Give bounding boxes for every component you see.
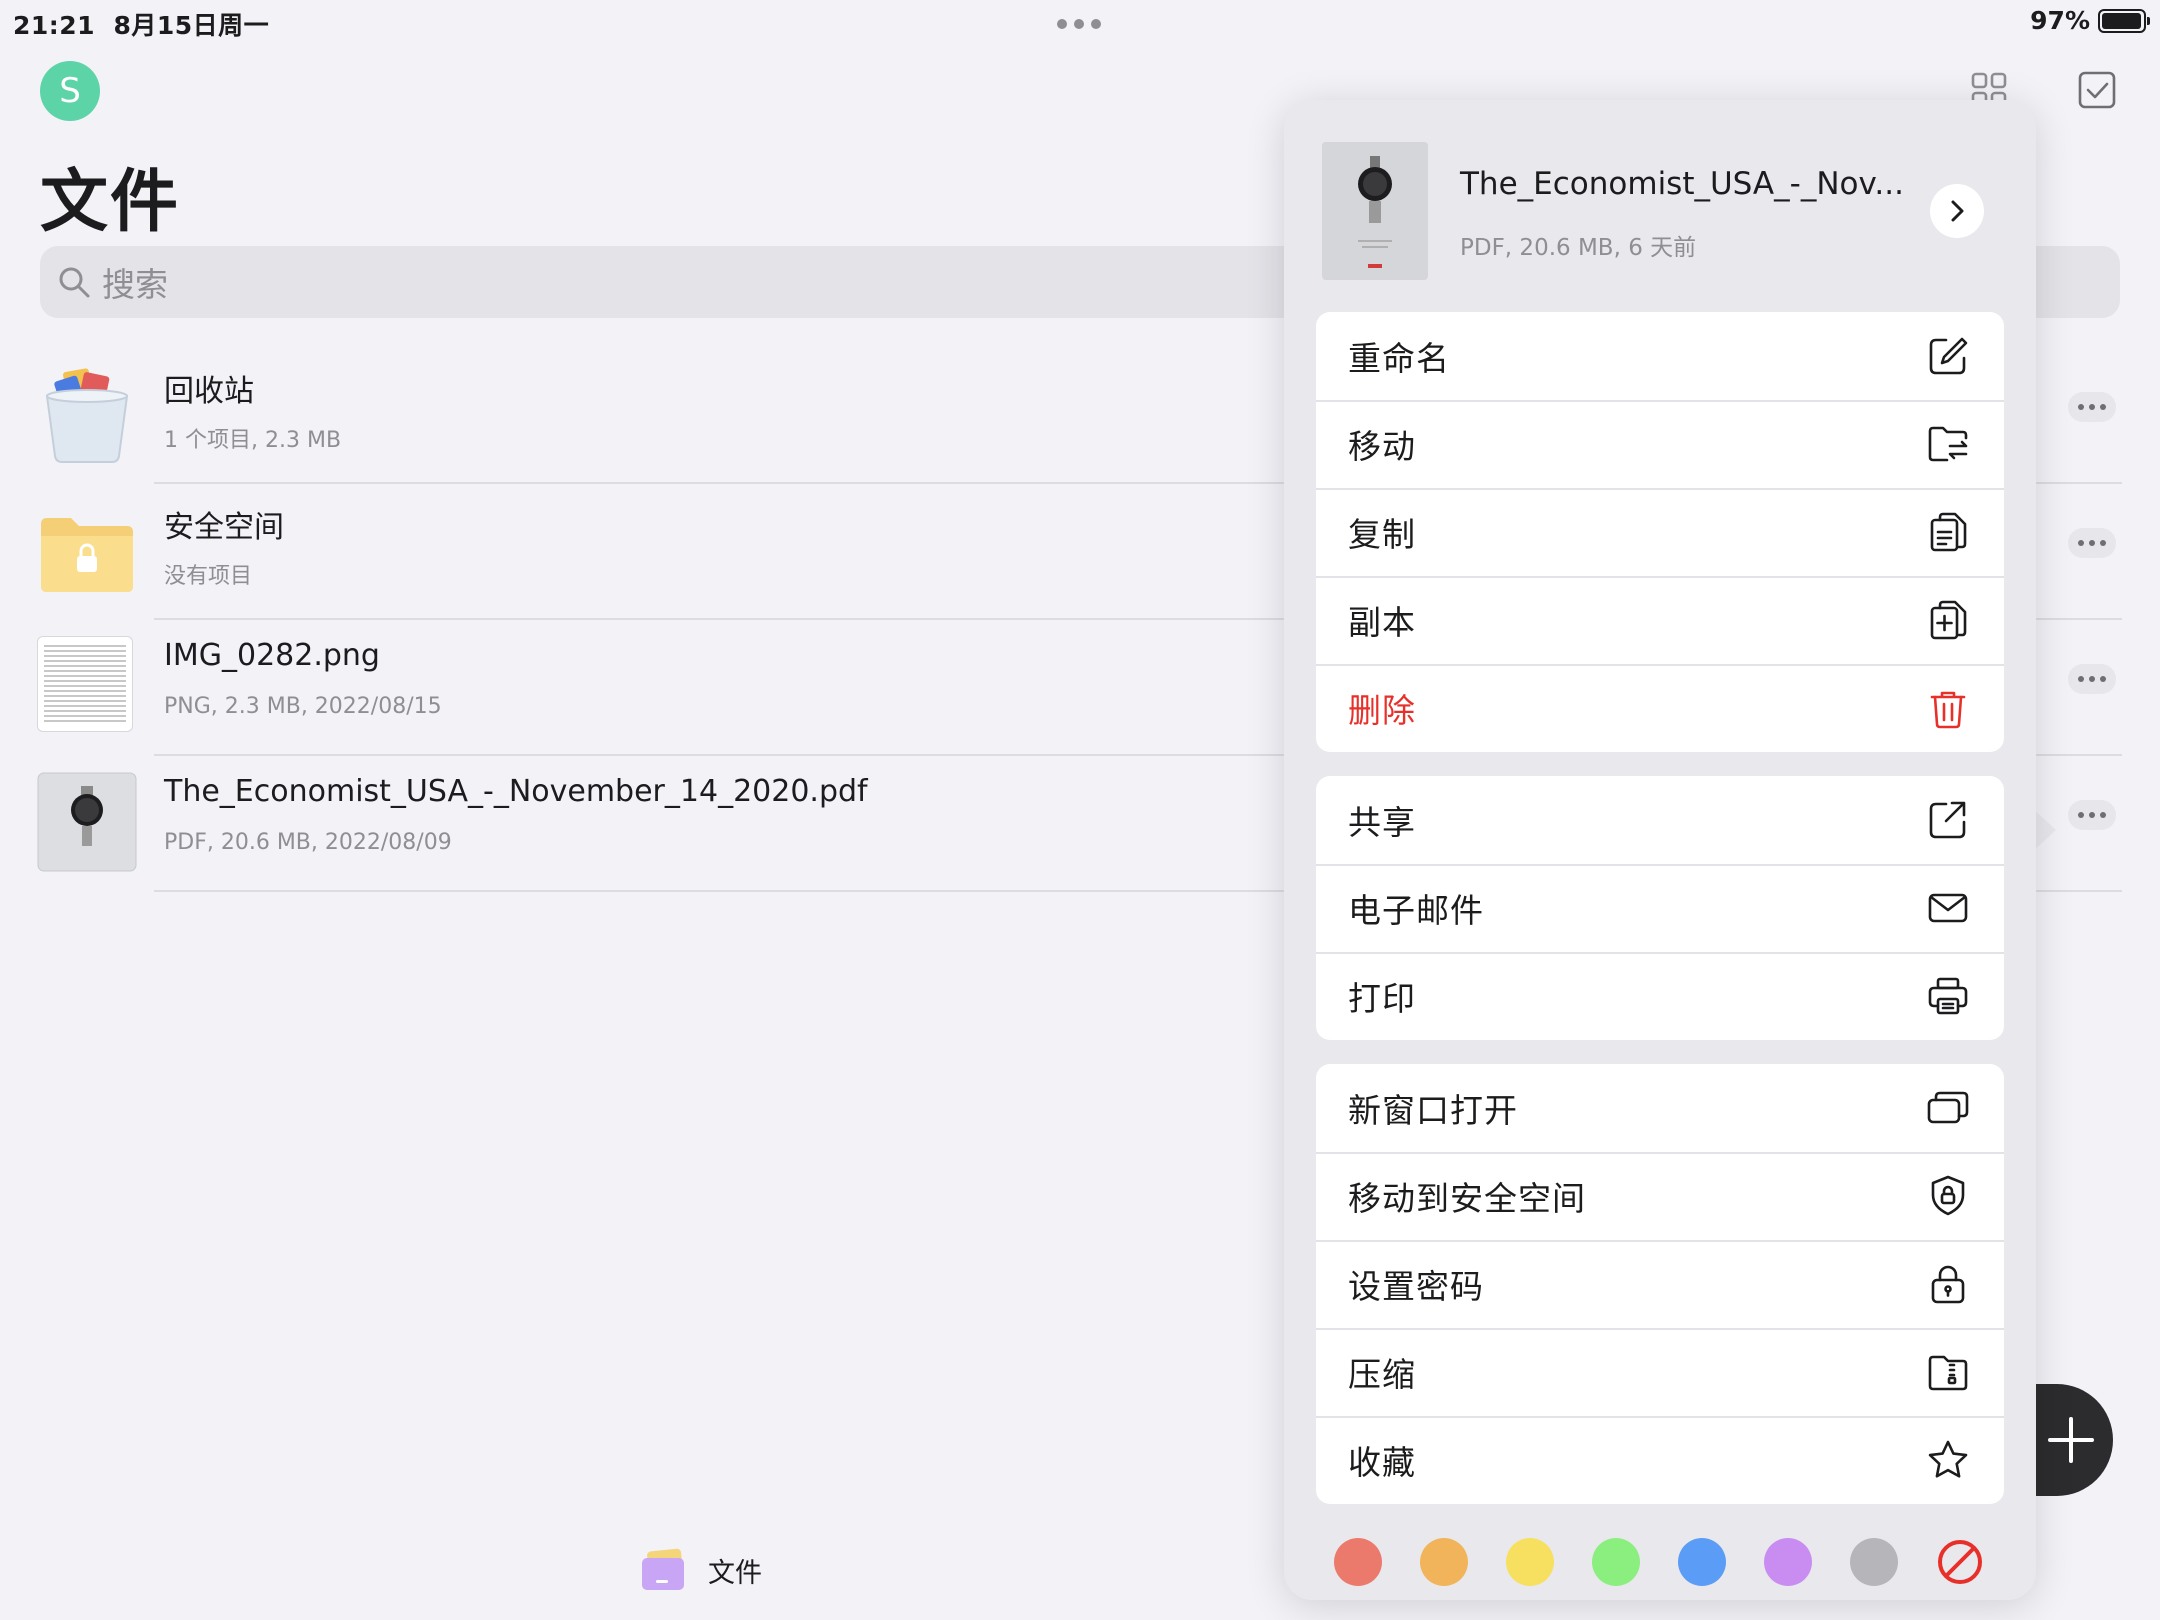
copy-icon	[1930, 512, 1967, 552]
menu-item-copy[interactable]: 复制	[1316, 488, 2004, 576]
printer-icon	[1928, 977, 1968, 1015]
file-meta: PDF, 20.6 MB, 2022/08/09	[164, 830, 452, 855]
menu-file-title: The_Economist_USA_-_Nov...	[1460, 166, 1904, 202]
new-window-icon	[1927, 1091, 1969, 1124]
menu-item-label: 复制	[1348, 515, 1416, 554]
move-folder-icon	[1928, 426, 1968, 462]
select-checkbox-icon[interactable]	[2077, 70, 2117, 110]
menu-file-header[interactable]: The_Economist_USA_-_Nov... PDF, 20.6 MB,…	[1322, 142, 1998, 282]
pdf-preview-thumbnail	[1322, 142, 1428, 280]
menu-item-label: 打印	[1348, 979, 1416, 1018]
more-options-button[interactable]	[2068, 392, 2116, 422]
file-context-menu: The_Economist_USA_-_Nov... PDF, 20.6 MB,…	[1284, 100, 2036, 1600]
search-icon	[59, 267, 90, 298]
menu-item-new-window[interactable]: 新窗口打开	[1316, 1064, 2004, 1152]
color-tag-green[interactable]	[1592, 1538, 1640, 1586]
menu-item-compress[interactable]: 压缩	[1316, 1328, 2004, 1416]
menu-group-more: 新窗口打开 移动到安全空间 设置密码 压缩 收藏	[1316, 1064, 2004, 1504]
color-tag-orange[interactable]	[1420, 1538, 1468, 1586]
menu-item-rename[interactable]: 重命名	[1316, 312, 2004, 400]
more-options-button[interactable]	[2068, 664, 2116, 694]
file-name: 安全空间	[164, 510, 284, 545]
trash-bin-icon	[45, 368, 129, 463]
duplicate-icon	[1930, 600, 1967, 640]
tab-files[interactable]: 文件	[640, 1548, 762, 1592]
menu-group-share: 共享 电子邮件 打印	[1316, 776, 2004, 1040]
menu-group-edit: 重命名 移动 复制 副本 删除	[1316, 312, 2004, 752]
menu-item-label: 电子邮件	[1348, 891, 1484, 930]
file-meta: 没有项目	[164, 564, 253, 589]
star-icon	[1928, 1440, 1968, 1478]
files-app-screen: 21:21 8月15日周一 97% S 文件 搜索 回收站 1 个项目, 2.3…	[0, 0, 2160, 1620]
menu-item-label: 移动到安全空间	[1348, 1179, 1586, 1218]
file-name: The_Economist_USA_-_November_14_2020.pdf	[164, 774, 868, 809]
mail-icon	[1928, 893, 1968, 923]
color-tag-row	[1334, 1538, 1984, 1586]
menu-item-favorite[interactable]: 收藏	[1316, 1416, 2004, 1504]
zip-folder-icon	[1928, 1355, 1968, 1391]
file-meta: PNG, 2.3 MB, 2022/08/15	[164, 694, 442, 719]
menu-item-label: 压缩	[1348, 1355, 1416, 1394]
battery-fill	[2102, 12, 2141, 29]
color-tag-yellow[interactable]	[1506, 1538, 1554, 1586]
battery-percent: 97%	[2030, 6, 2090, 35]
clear-tag-icon[interactable]	[1936, 1538, 1984, 1586]
rename-icon	[1929, 337, 1968, 375]
pdf-thumbnail	[37, 772, 137, 872]
chevron-right-icon	[1951, 200, 1964, 222]
file-name: 回收站	[164, 374, 254, 409]
more-options-button[interactable]	[2068, 800, 2116, 830]
menu-item-label: 删除	[1348, 691, 1416, 730]
menu-item-set-password[interactable]: 设置密码	[1316, 1240, 2004, 1328]
color-tag-gray[interactable]	[1850, 1538, 1898, 1586]
menu-item-move-to-secure-space[interactable]: 移动到安全空间	[1316, 1152, 2004, 1240]
menu-item-share[interactable]: 共享	[1316, 776, 2004, 864]
menu-item-duplicate[interactable]: 副本	[1316, 576, 2004, 664]
trash-icon	[1930, 691, 1966, 729]
status-battery-area: 97%	[2030, 6, 2150, 35]
menu-item-label: 重命名	[1348, 339, 1450, 378]
account-avatar[interactable]: S	[40, 61, 100, 121]
search-placeholder: 搜索	[102, 265, 168, 304]
menu-file-subtitle: PDF, 20.6 MB, 6 天前	[1460, 235, 1697, 261]
multitasking-grabber[interactable]	[1057, 19, 1101, 29]
more-options-button[interactable]	[2068, 528, 2116, 558]
battery-icon	[2098, 8, 2150, 33]
status-time: 21:21 8月15日周一	[13, 6, 269, 42]
files-tab-icon	[642, 1548, 684, 1590]
file-name: IMG_0282.png	[164, 638, 380, 673]
padlock-icon	[1931, 1265, 1965, 1304]
locked-folder-icon	[41, 518, 133, 592]
color-tag-red[interactable]	[1334, 1538, 1382, 1586]
menu-item-label: 移动	[1348, 427, 1416, 466]
menu-item-delete[interactable]: 删除	[1316, 664, 2004, 752]
share-icon	[1929, 801, 1966, 839]
menu-item-move[interactable]: 移动	[1316, 400, 2004, 488]
page-title: 文件	[40, 163, 181, 242]
file-meta: 1 个项目, 2.3 MB	[164, 428, 342, 453]
menu-item-label: 收藏	[1348, 1443, 1416, 1482]
menu-item-label: 副本	[1348, 603, 1416, 642]
status-clock: 21:21	[13, 11, 96, 40]
file-info-button[interactable]	[1930, 184, 1984, 238]
menu-item-label: 设置密码	[1348, 1267, 1484, 1306]
color-tag-purple[interactable]	[1764, 1538, 1812, 1586]
menu-item-print[interactable]: 打印	[1316, 952, 2004, 1040]
plus-icon	[2048, 1417, 2094, 1463]
menu-item-label: 新窗口打开	[1348, 1091, 1518, 1130]
menu-item-label: 共享	[1348, 803, 1416, 842]
tab-label: 文件	[708, 1557, 762, 1589]
shield-lock-icon	[1931, 1175, 1965, 1216]
status-date: 8月15日周一	[113, 11, 270, 40]
image-thumbnail	[37, 636, 133, 732]
color-tag-blue[interactable]	[1678, 1538, 1726, 1586]
add-button[interactable]	[2029, 1384, 2113, 1496]
menu-item-email[interactable]: 电子邮件	[1316, 864, 2004, 952]
